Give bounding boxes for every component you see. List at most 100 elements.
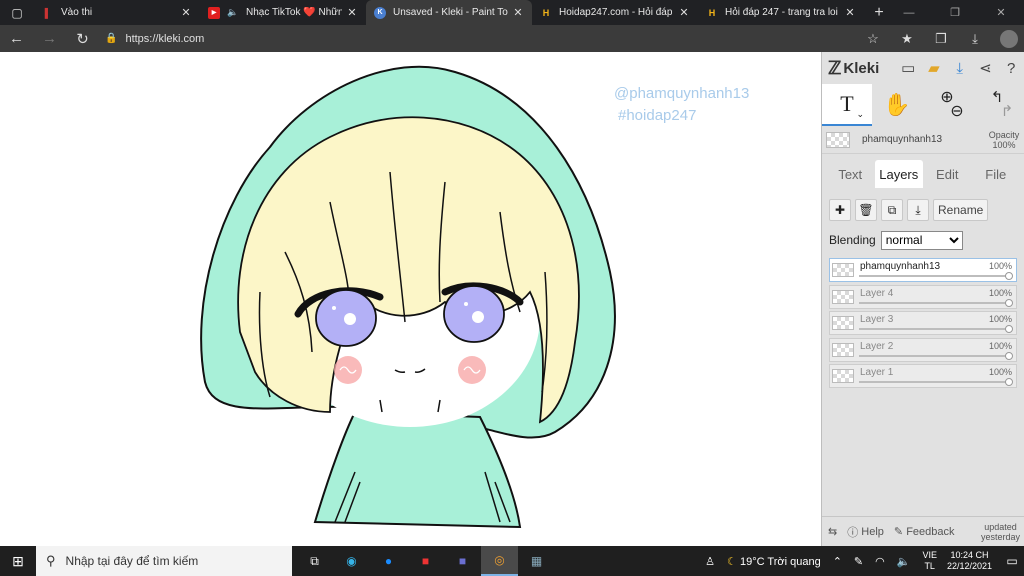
browser-tab[interactable]: ▌ Vào thi ✕ bbox=[34, 0, 200, 25]
browser-tab[interactable]: H Hoidap247.com - Hỏi đáp bà ✕ bbox=[532, 0, 698, 25]
people-icon[interactable]: ♙ bbox=[705, 555, 715, 568]
blending-select[interactable]: normal bbox=[880, 230, 963, 250]
rename-layer-button[interactable]: Rename bbox=[933, 199, 989, 221]
layer-opacity-slider[interactable] bbox=[859, 272, 1013, 280]
layer-item[interactable]: phamquynhanh13 100% bbox=[829, 258, 1017, 282]
merge-layer-button[interactable]: ⤓ bbox=[907, 199, 929, 221]
update-line1: updated bbox=[984, 521, 1017, 532]
pen-tray-icon[interactable]: ✎ bbox=[854, 555, 863, 568]
layer-item[interactable]: Layer 1 100% bbox=[829, 364, 1017, 388]
layer-opacity-slider[interactable] bbox=[859, 351, 1013, 360]
minimize-icon[interactable]: — bbox=[886, 0, 932, 25]
chrome-app-icon[interactable]: ◎ bbox=[481, 546, 518, 576]
layer-item[interactable]: Layer 2 100% bbox=[829, 337, 1017, 362]
kleki-logo[interactable]: ℤ Kleki bbox=[828, 58, 895, 79]
edge-icon[interactable]: ◉ bbox=[333, 546, 370, 576]
artwork bbox=[200, 65, 616, 529]
kleki-header: ℤ Kleki ▭ ▰ ⤓ ⋖ ? bbox=[822, 52, 1024, 84]
calculator-icon[interactable]: ▦ bbox=[518, 546, 555, 576]
slider-knob[interactable] bbox=[1005, 298, 1013, 307]
text-tool[interactable]: T ⌄ bbox=[822, 84, 872, 126]
close-icon[interactable]: ✕ bbox=[844, 6, 856, 19]
browser-tab[interactable]: ▶ 🔈 Nhạc TikTok ❤️ Những ✕ bbox=[200, 0, 366, 25]
layer-opacity-slider[interactable] bbox=[859, 298, 1013, 307]
zoom-out-icon[interactable]: ⊖ bbox=[950, 104, 963, 120]
add-layer-button[interactable]: ✚ bbox=[829, 199, 851, 221]
refresh-icon[interactable]: ↻ bbox=[66, 25, 99, 52]
tab-edit[interactable]: Edit bbox=[923, 160, 972, 188]
news-app-icon[interactable]: ■ bbox=[407, 546, 444, 576]
task-view-icon[interactable]: ⧉ bbox=[296, 546, 333, 576]
layer-opacity-slider[interactable] bbox=[859, 378, 1013, 386]
url-text: https://kleki.com bbox=[125, 32, 205, 45]
close-window-icon[interactable]: ✕ bbox=[978, 0, 1024, 25]
taskbar-search[interactable]: ⚲ Nhập tại đây để tìm kiếm bbox=[36, 546, 292, 576]
swap-side-icon[interactable]: ⇆ bbox=[828, 525, 837, 538]
wifi-icon[interactable]: ◠ bbox=[875, 555, 885, 568]
new-image-icon[interactable]: ▭ bbox=[895, 59, 921, 77]
notification-icon[interactable]: ▭ bbox=[1000, 554, 1024, 568]
chevron-up-icon[interactable]: ⌃ bbox=[833, 555, 842, 568]
help-button[interactable]: ⓘ Help bbox=[847, 524, 884, 540]
volume-icon[interactable]: 🔈 bbox=[897, 555, 911, 568]
hand-tool[interactable]: ✋ bbox=[872, 84, 922, 126]
redo-icon[interactable]: ↱ bbox=[1001, 104, 1014, 119]
close-icon[interactable]: ✕ bbox=[346, 6, 358, 19]
teams-icon[interactable]: ■ bbox=[444, 546, 481, 576]
back-arrow-icon[interactable]: ← bbox=[0, 25, 33, 52]
drawing-canvas[interactable]: @phamquynhanh13 #hoidap247 bbox=[0, 52, 821, 546]
chevron-down-icon[interactable]: ⌄ bbox=[856, 109, 864, 120]
slider-knob[interactable] bbox=[1005, 351, 1013, 360]
tab-title: Hoidap247.com - Hỏi đáp bà bbox=[559, 7, 674, 18]
favorites-icon[interactable]: ★ bbox=[890, 31, 924, 47]
browser-tab-bar: ▢ ▌ Vào thi ✕ ▶ 🔈 Nhạc TikTok ❤️ Những ✕… bbox=[0, 0, 1024, 25]
blending-row: Blending normal bbox=[822, 228, 1024, 252]
feedback-button[interactable]: ✎ Feedback bbox=[894, 525, 955, 539]
share-icon[interactable]: ⋖ bbox=[973, 59, 999, 77]
opacity-readout[interactable]: Opacity 100% bbox=[984, 130, 1024, 150]
kleki-logo-text: Kleki bbox=[843, 59, 880, 77]
text-tool-icon: T bbox=[840, 91, 854, 116]
slider-knob[interactable] bbox=[1005, 325, 1013, 333]
tab-file[interactable]: File bbox=[972, 160, 1021, 188]
layer-opacity-slider[interactable] bbox=[859, 325, 1013, 333]
browser-tab-active[interactable]: K Unsaved - Kleki - Paint Tool ✕ bbox=[366, 0, 532, 25]
windows-start-icon[interactable]: ⊞ bbox=[0, 553, 36, 570]
help-label: Help bbox=[861, 525, 884, 538]
restore-icon[interactable]: ❐ bbox=[932, 0, 978, 25]
tab-title: Unsaved - Kleki - Paint Tool bbox=[393, 7, 508, 18]
collections-icon[interactable]: ❐ bbox=[924, 31, 958, 47]
avatar[interactable] bbox=[1000, 29, 1018, 48]
delete-layer-button[interactable]: 🗑 bbox=[855, 199, 877, 221]
page-icon: ▌ bbox=[44, 7, 52, 18]
open-folder-icon[interactable]: ▰ bbox=[921, 59, 947, 77]
tab-layers[interactable]: Layers bbox=[874, 160, 923, 188]
help-icon[interactable]: ? bbox=[998, 60, 1024, 77]
close-icon[interactable]: ✕ bbox=[180, 6, 192, 19]
clock[interactable]: 10:24 CH 22/12/2021 bbox=[947, 550, 992, 572]
search-placeholder: Nhập tại đây để tìm kiếm bbox=[65, 554, 199, 568]
close-icon[interactable]: ✕ bbox=[512, 6, 524, 19]
add-favorite-icon[interactable]: ☆ bbox=[856, 31, 890, 47]
browser-tab[interactable]: H Hỏi đáp 247 - trang tra loi ✕ bbox=[698, 0, 864, 25]
zalo-icon[interactable]: ● bbox=[370, 546, 407, 576]
forward-arrow-icon[interactable]: → bbox=[33, 25, 66, 52]
url-field[interactable]: 🔒 https://kleki.com bbox=[105, 33, 204, 45]
update-note[interactable]: updated yesterday bbox=[981, 522, 1020, 542]
language-indicator[interactable]: VIE TL bbox=[922, 550, 937, 572]
downloads-icon[interactable]: ⤓ bbox=[958, 31, 992, 47]
tab-title: Hỏi đáp 247 - trang tra loi bbox=[725, 7, 838, 18]
layer-item[interactable]: Layer 4 100% bbox=[829, 284, 1017, 309]
layer-item[interactable]: Layer 3 100% bbox=[829, 311, 1017, 335]
tab-actions-icon[interactable]: ▢ bbox=[0, 0, 34, 25]
slider-knob[interactable] bbox=[1005, 272, 1013, 280]
speaker-icon[interactable]: 🔈 bbox=[227, 7, 239, 19]
download-icon[interactable]: ⤓ bbox=[947, 60, 973, 77]
zoom-controls: ⊕ ⊖ bbox=[922, 84, 972, 126]
weather-widget[interactable]: ☾ 19°C Trời quang bbox=[727, 555, 821, 568]
duplicate-layer-button[interactable]: ⧉ bbox=[881, 199, 903, 221]
close-icon[interactable]: ✕ bbox=[678, 6, 690, 19]
slider-knob[interactable] bbox=[1005, 378, 1013, 386]
feedback-label: Feedback bbox=[906, 525, 955, 538]
tab-text[interactable]: Text bbox=[826, 160, 875, 188]
